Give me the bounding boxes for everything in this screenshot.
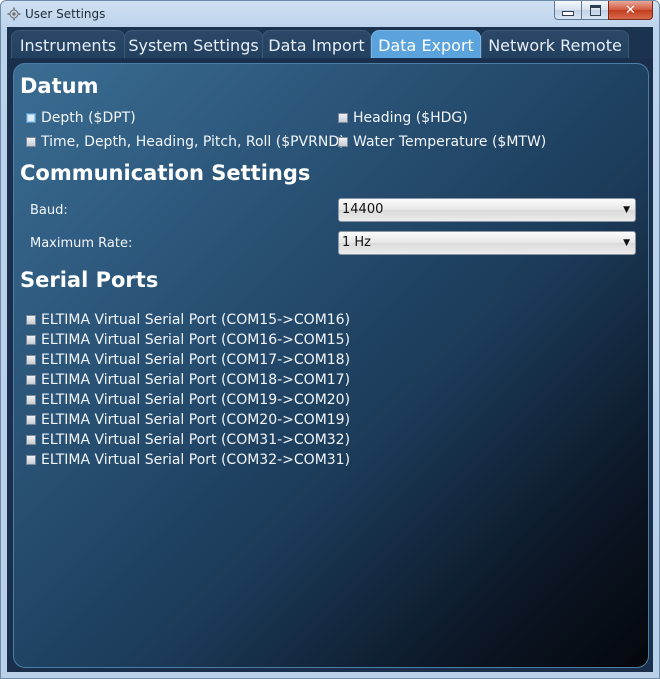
checkbox-label: Depth ($DPT) bbox=[41, 110, 136, 126]
checkbox-label: Water Temperature ($MTW) bbox=[353, 134, 547, 150]
tab-network-remote[interactable]: Network Remote bbox=[481, 30, 629, 58]
datum-water-temperature-checkbox[interactable]: Water Temperature ($MTW) bbox=[338, 134, 546, 150]
serial-ports-heading: Serial Ports bbox=[20, 268, 159, 292]
checkbox-label: Time, Depth, Heading, Pitch, Roll ($PVRN… bbox=[41, 134, 345, 150]
window-title: User Settings bbox=[25, 7, 106, 21]
serial-port-checkbox[interactable]: ELTIMA Virtual Serial Port (COM16->COM15… bbox=[26, 332, 350, 348]
communication-settings-heading: Communication Settings bbox=[20, 161, 311, 185]
checkbox-box[interactable] bbox=[26, 137, 36, 147]
maximum-rate-select[interactable]: 1 Hz ▼ bbox=[338, 231, 636, 255]
maximize-button[interactable] bbox=[581, 1, 608, 20]
minimize-button[interactable] bbox=[554, 1, 581, 20]
serial-port-checkbox[interactable]: ELTIMA Virtual Serial Port (COM17->COM18… bbox=[26, 352, 350, 368]
data-export-panel: Datum Depth ($DPT) Heading ($HDG) Time, … bbox=[13, 63, 649, 668]
chevron-down-icon: ▼ bbox=[623, 238, 630, 248]
checkbox-box[interactable] bbox=[26, 315, 36, 325]
checkbox-box[interactable] bbox=[26, 355, 36, 365]
title-bar[interactable]: User Settings ✕ bbox=[1, 1, 659, 27]
maximum-rate-label: Maximum Rate: bbox=[30, 236, 133, 251]
datum-depth-checkbox[interactable]: Depth ($DPT) bbox=[26, 110, 136, 126]
checkbox-label: ELTIMA Virtual Serial Port (COM18->COM17… bbox=[41, 372, 351, 388]
datum-pvrnd-checkbox[interactable]: Time, Depth, Heading, Pitch, Roll ($PVRN… bbox=[26, 134, 345, 150]
checkbox-label: ELTIMA Virtual Serial Port (COM15->COM16… bbox=[41, 312, 351, 328]
checkbox-label: ELTIMA Virtual Serial Port (COM31->COM32… bbox=[41, 432, 351, 448]
minimize-icon bbox=[562, 11, 574, 16]
close-icon: ✕ bbox=[625, 2, 636, 18]
tab-data-export[interactable]: Data Export bbox=[371, 30, 481, 58]
maximize-icon bbox=[589, 4, 601, 16]
user-settings-window: User Settings ✕ Instruments System Setti… bbox=[0, 0, 660, 679]
checkbox-box[interactable] bbox=[26, 455, 36, 465]
checkbox-label: ELTIMA Virtual Serial Port (COM19->COM20… bbox=[41, 392, 351, 408]
datum-heading: Datum bbox=[20, 74, 99, 98]
tab-data-import[interactable]: Data Import bbox=[262, 30, 371, 58]
datum-heading-checkbox[interactable]: Heading ($HDG) bbox=[338, 110, 468, 126]
serial-port-checkbox[interactable]: ELTIMA Virtual Serial Port (COM18->COM17… bbox=[26, 372, 350, 388]
tab-strip: Instruments System Settings Data Import … bbox=[7, 27, 653, 59]
checkbox-label: ELTIMA Virtual Serial Port (COM20->COM19… bbox=[41, 412, 351, 428]
checkbox-label: ELTIMA Virtual Serial Port (COM32->COM31… bbox=[41, 452, 351, 468]
settings-client-area: Instruments System Settings Data Import … bbox=[7, 27, 653, 672]
checkbox-box[interactable] bbox=[26, 415, 36, 425]
baud-select[interactable]: 14400 ▼ bbox=[338, 198, 636, 222]
settings-app-icon bbox=[7, 7, 21, 21]
tab-system-settings[interactable]: System Settings bbox=[124, 30, 263, 58]
checkbox-label: Heading ($HDG) bbox=[353, 110, 468, 126]
serial-port-checkbox[interactable]: ELTIMA Virtual Serial Port (COM15->COM16… bbox=[26, 312, 350, 328]
baud-select-value: 14400 bbox=[342, 202, 384, 217]
checkbox-box[interactable] bbox=[26, 395, 36, 405]
checkbox-box[interactable] bbox=[338, 113, 348, 123]
baud-label: Baud: bbox=[30, 203, 68, 218]
checkbox-box[interactable] bbox=[338, 137, 348, 147]
checkbox-label: ELTIMA Virtual Serial Port (COM17->COM18… bbox=[41, 352, 351, 368]
serial-port-checkbox[interactable]: ELTIMA Virtual Serial Port (COM31->COM32… bbox=[26, 432, 350, 448]
maximum-rate-select-value: 1 Hz bbox=[342, 235, 372, 250]
checkbox-box[interactable] bbox=[26, 335, 36, 345]
checkbox-box[interactable] bbox=[26, 375, 36, 385]
serial-port-checkbox[interactable]: ELTIMA Virtual Serial Port (COM19->COM20… bbox=[26, 392, 350, 408]
tab-instruments[interactable]: Instruments bbox=[11, 30, 125, 58]
serial-port-checkbox[interactable]: ELTIMA Virtual Serial Port (COM32->COM31… bbox=[26, 452, 350, 468]
checkbox-box[interactable] bbox=[26, 435, 36, 445]
chevron-down-icon: ▼ bbox=[623, 205, 630, 215]
checkbox-label: ELTIMA Virtual Serial Port (COM16->COM15… bbox=[41, 332, 351, 348]
serial-port-checkbox[interactable]: ELTIMA Virtual Serial Port (COM20->COM19… bbox=[26, 412, 350, 428]
checkbox-box[interactable] bbox=[26, 113, 36, 123]
window-controls: ✕ bbox=[554, 1, 653, 20]
close-button[interactable]: ✕ bbox=[608, 1, 653, 20]
